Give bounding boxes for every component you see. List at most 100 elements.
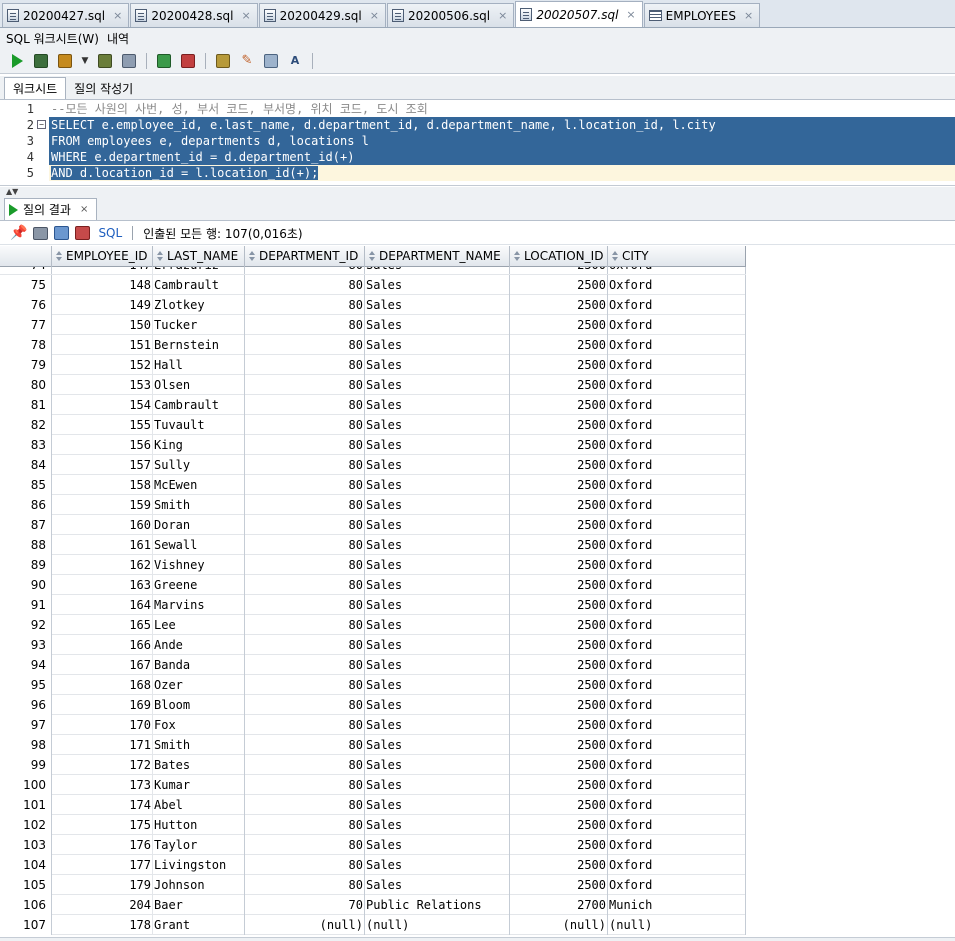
cell-last-name[interactable]: McEwen bbox=[153, 475, 245, 495]
cell-last-name[interactable]: Livingston bbox=[153, 855, 245, 875]
table-row[interactable]: 95 168 Ozer 80 Sales 2500 Oxford bbox=[0, 675, 746, 695]
cell-department-name[interactable]: Sales bbox=[365, 575, 510, 595]
cell-city[interactable]: Oxford bbox=[608, 295, 746, 315]
cell-location-id[interactable]: 2500 bbox=[510, 267, 608, 274]
cell-department-id[interactable]: 80 bbox=[245, 575, 365, 595]
cell-department-id[interactable]: 80 bbox=[245, 315, 365, 335]
cell-city[interactable]: Oxford bbox=[608, 555, 746, 575]
cell-department-name[interactable]: Sales bbox=[365, 715, 510, 735]
cell-department-name[interactable]: Sales bbox=[365, 415, 510, 435]
table-row[interactable]: 82 155 Tuvault 80 Sales 2500 Oxford bbox=[0, 415, 746, 435]
cell-location-id[interactable]: 2500 bbox=[510, 635, 608, 655]
cell-department-id[interactable]: 80 bbox=[245, 795, 365, 815]
cell-location-id[interactable]: 2500 bbox=[510, 615, 608, 635]
cell-last-name[interactable]: Bernstein bbox=[153, 335, 245, 355]
cell-location-id[interactable]: 2500 bbox=[510, 555, 608, 575]
cell-city[interactable]: Oxford bbox=[608, 595, 746, 615]
cell-city[interactable]: Oxford bbox=[608, 855, 746, 875]
cell-last-name[interactable]: Ozer bbox=[153, 675, 245, 695]
panel-splitter[interactable]: ▲▼ bbox=[0, 187, 955, 197]
cell-last-name[interactable]: Grant bbox=[153, 915, 245, 935]
collapse-arrows-icon[interactable]: ▲▼ bbox=[6, 187, 18, 196]
cell-last-name[interactable]: Hall bbox=[153, 355, 245, 375]
cell-employee-id[interactable]: 158 bbox=[52, 475, 153, 495]
cell-employee-id[interactable]: 151 bbox=[52, 335, 153, 355]
table-row[interactable]: 106 204 Baer 70 Public Relations 2700 Munich bbox=[0, 895, 746, 915]
cell-city[interactable]: Oxford bbox=[608, 475, 746, 495]
pin-icon[interactable]: 📌 bbox=[10, 225, 27, 241]
cell-city[interactable]: Munich bbox=[608, 895, 746, 915]
cell-last-name[interactable]: Abel bbox=[153, 795, 245, 815]
cell-department-id[interactable]: 80 bbox=[245, 455, 365, 475]
table-row[interactable]: 85 158 McEwen 80 Sales 2500 Oxford bbox=[0, 475, 746, 495]
cell-city[interactable]: Oxford bbox=[608, 267, 746, 274]
cell-city[interactable]: Oxford bbox=[608, 655, 746, 675]
table-row[interactable]: 104 177 Livingston 80 Sales 2500 Oxford bbox=[0, 855, 746, 875]
cell-last-name[interactable]: Cambrault bbox=[153, 395, 245, 415]
cell-location-id[interactable]: (null) bbox=[510, 915, 608, 935]
cell-last-name[interactable]: Doran bbox=[153, 515, 245, 535]
cell-department-name[interactable]: Sales bbox=[365, 875, 510, 895]
cell-employee-id[interactable]: 177 bbox=[52, 855, 153, 875]
sort-icon[interactable] bbox=[513, 251, 521, 262]
menu-history[interactable]: 내역 bbox=[107, 30, 129, 47]
table-row[interactable]: 76 149 Zlotkey 80 Sales 2500 Oxford bbox=[0, 295, 746, 315]
cell-employee-id[interactable]: 169 bbox=[52, 695, 153, 715]
cell-department-id[interactable]: 80 bbox=[245, 495, 365, 515]
sort-icon[interactable] bbox=[611, 251, 619, 262]
cell-employee-id[interactable]: 172 bbox=[52, 755, 153, 775]
tab-query-result[interactable]: 질의 결과 × bbox=[4, 198, 98, 220]
cell-department-name[interactable]: Sales bbox=[365, 855, 510, 875]
code-line-and[interactable]: AND d.location_id = l.location_id(+); bbox=[49, 165, 955, 181]
cell-department-id[interactable]: 80 bbox=[245, 335, 365, 355]
file-tab[interactable]: 20200506.sql × bbox=[386, 3, 515, 27]
table-row[interactable]: 83 156 King 80 Sales 2500 Oxford bbox=[0, 435, 746, 455]
cell-department-name[interactable]: Sales bbox=[365, 595, 510, 615]
cell-department-name[interactable]: Sales bbox=[365, 455, 510, 475]
cell-employee-id[interactable]: 170 bbox=[52, 715, 153, 735]
cell-location-id[interactable]: 2700 bbox=[510, 895, 608, 915]
sort-icon[interactable] bbox=[368, 251, 376, 262]
code-line-where[interactable]: WHERE e.department_id = d.department_id(… bbox=[49, 149, 955, 165]
cell-department-name[interactable]: Sales bbox=[365, 835, 510, 855]
cell-department-name[interactable]: Sales bbox=[365, 775, 510, 795]
cancel-icon[interactable] bbox=[75, 226, 91, 240]
cell-employee-id[interactable]: 156 bbox=[52, 435, 153, 455]
cell-employee-id[interactable]: 171 bbox=[52, 735, 153, 755]
cell-last-name[interactable]: Smith bbox=[153, 735, 245, 755]
cell-department-name[interactable]: Sales bbox=[365, 475, 510, 495]
cell-department-name[interactable]: Sales bbox=[365, 295, 510, 315]
cell-department-id[interactable]: 80 bbox=[245, 675, 365, 695]
cell-last-name[interactable]: Fox bbox=[153, 715, 245, 735]
cell-employee-id[interactable]: 159 bbox=[52, 495, 153, 515]
cell-department-name[interactable]: Sales bbox=[365, 355, 510, 375]
cell-last-name[interactable]: Johnson bbox=[153, 875, 245, 895]
cell-department-name[interactable]: Sales bbox=[365, 555, 510, 575]
cell-last-name[interactable]: Bloom bbox=[153, 695, 245, 715]
close-icon[interactable]: × bbox=[370, 9, 379, 22]
cell-last-name[interactable]: King bbox=[153, 435, 245, 455]
cell-city[interactable]: Oxford bbox=[608, 755, 746, 775]
cell-city[interactable]: Oxford bbox=[608, 575, 746, 595]
run-script-button[interactable] bbox=[32, 52, 50, 70]
cell-last-name[interactable]: Errazuriz bbox=[153, 267, 245, 274]
cell-location-id[interactable]: 2500 bbox=[510, 275, 608, 295]
cell-city[interactable]: Oxford bbox=[608, 395, 746, 415]
clear-button[interactable]: ✎ bbox=[238, 52, 256, 70]
cell-last-name[interactable]: Hutton bbox=[153, 815, 245, 835]
table-row[interactable]: 80 153 Olsen 80 Sales 2500 Oxford bbox=[0, 375, 746, 395]
close-icon[interactable]: × bbox=[241, 9, 250, 22]
cell-employee-id[interactable]: 150 bbox=[52, 315, 153, 335]
table-row[interactable]: 90 163 Greene 80 Sales 2500 Oxford bbox=[0, 575, 746, 595]
cell-employee-id[interactable]: 157 bbox=[52, 455, 153, 475]
cell-department-id[interactable]: 80 bbox=[245, 655, 365, 675]
cell-department-id[interactable]: 80 bbox=[245, 395, 365, 415]
cell-department-name[interactable]: Sales bbox=[365, 335, 510, 355]
cell-city[interactable]: Oxford bbox=[608, 495, 746, 515]
cell-employee-id[interactable]: 160 bbox=[52, 515, 153, 535]
cell-city[interactable]: Oxford bbox=[608, 435, 746, 455]
cell-last-name[interactable]: Tucker bbox=[153, 315, 245, 335]
cell-city[interactable]: Oxford bbox=[608, 535, 746, 555]
sql-editor[interactable]: 1 --모든 사원의 사번, 성, 부서 코드, 부서명, 위치 코드, 도시 … bbox=[0, 101, 955, 186]
cell-employee-id[interactable]: 164 bbox=[52, 595, 153, 615]
